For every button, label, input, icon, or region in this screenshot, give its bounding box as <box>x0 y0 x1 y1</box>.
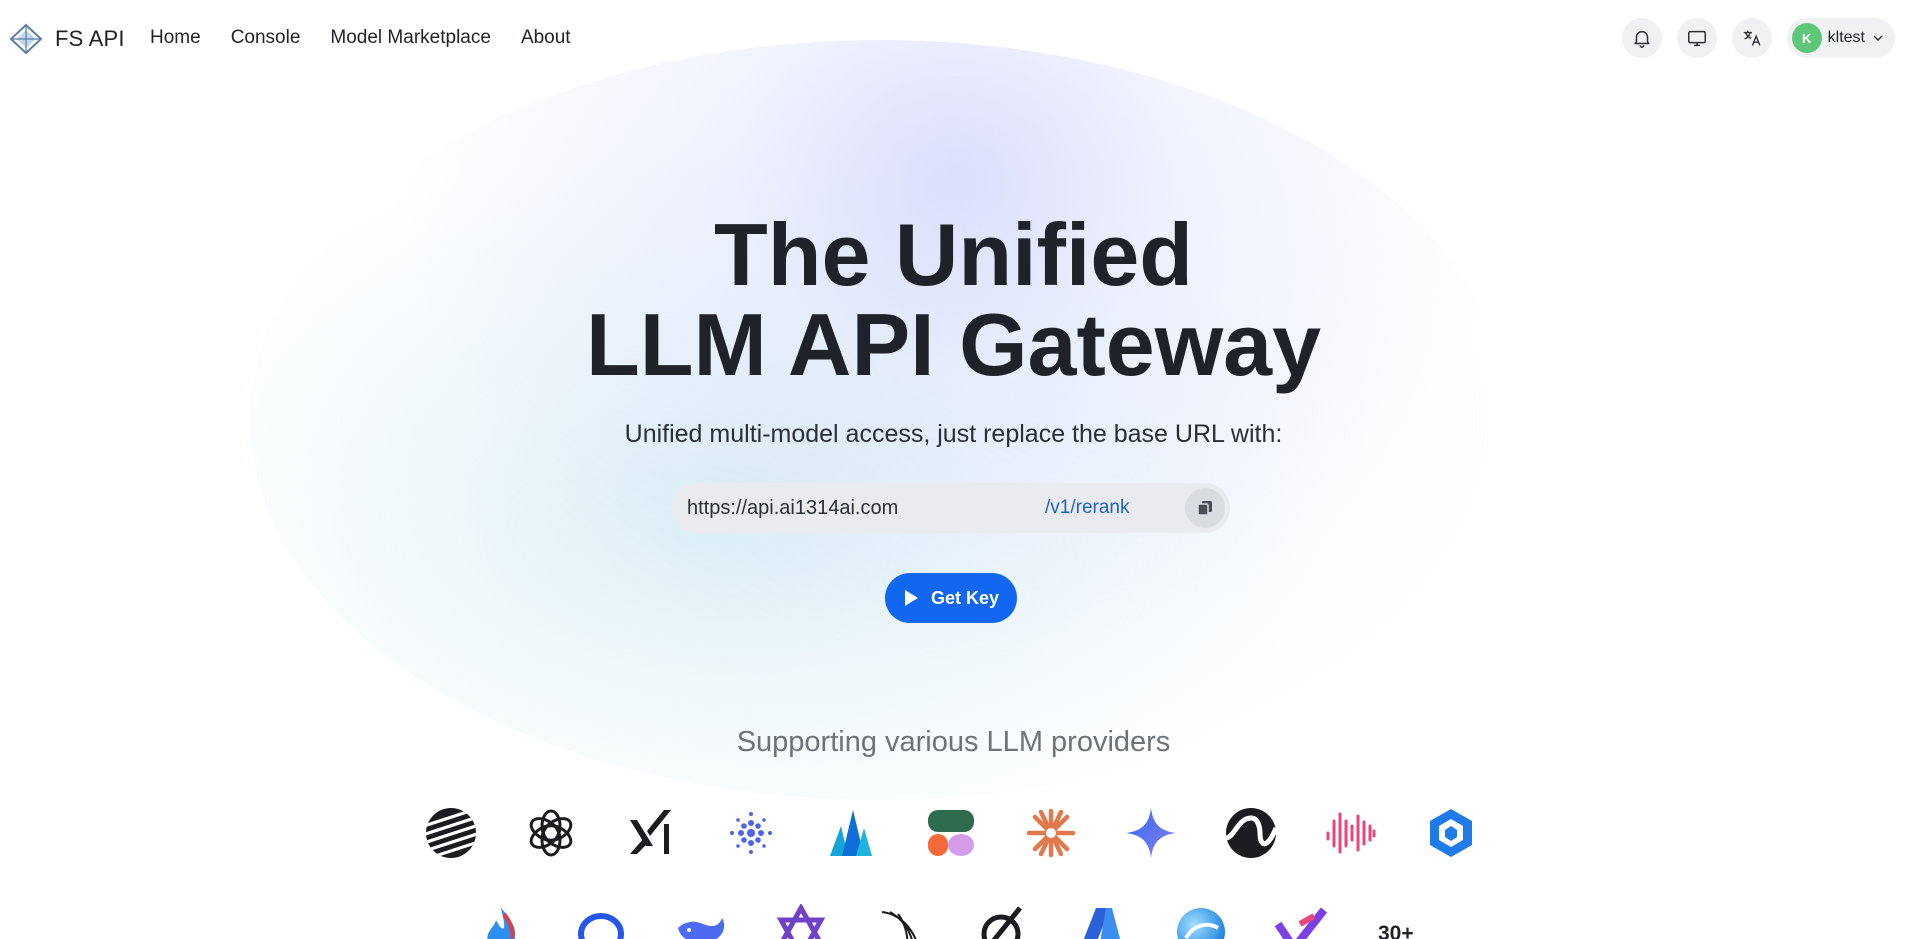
nav-links: Home Console Model Marketplace About <box>150 27 601 49</box>
nav-model-marketplace[interactable]: Model Marketplace <box>330 27 491 49</box>
wave-s-logo-icon <box>1224 806 1278 860</box>
star-of-david-logo-icon <box>774 904 828 939</box>
copy-icon <box>1197 501 1212 516</box>
azure-logo-icon <box>1074 904 1128 939</box>
avatar: K <box>1791 23 1822 53</box>
claude-burst-logo-icon <box>1024 806 1078 860</box>
ring-logo-icon <box>574 904 628 939</box>
more-providers-count: 30+ <box>1378 922 1414 939</box>
providers-heading: Supporting various LLM providers <box>736 726 1171 758</box>
slash-circle-logo-icon <box>974 904 1028 939</box>
hero-subtitle: Unified multi-model access, just replace… <box>624 420 1283 448</box>
striped-sphere-logo-icon <box>424 806 478 860</box>
gemini-star-logo-icon <box>1124 806 1178 860</box>
get-key-label: Get Key <box>930 587 1000 608</box>
theme-display-button[interactable] <box>1676 18 1717 58</box>
play-icon <box>904 590 918 606</box>
nav-console[interactable]: Console <box>231 27 301 49</box>
nav-home[interactable]: Home <box>150 27 201 49</box>
endpoint-path: /v1/rerank <box>1045 497 1130 518</box>
diamond-logo-icon <box>9 23 43 55</box>
hero-title-line2: LLM API Gateway <box>585 295 1322 394</box>
copy-url-button[interactable] <box>1185 488 1225 528</box>
monitor-icon <box>1687 30 1706 47</box>
audio-wave-logo-icon <box>1324 806 1378 860</box>
nav-actions: K kltest <box>1607 18 1895 58</box>
user-name: kltest <box>1827 29 1865 46</box>
purple-check-logo-icon <box>1274 904 1328 939</box>
xai-logo-icon <box>624 806 678 860</box>
base-url-box: https://api.ai1314ai.com /v1/rerank <box>672 483 1230 533</box>
get-key-button[interactable]: Get Key <box>885 573 1017 623</box>
base-url-text[interactable]: https://api.ai1314ai.com <box>687 497 898 520</box>
blue-orb-logo-icon <box>1174 904 1228 939</box>
user-menu[interactable]: K kltest <box>1786 18 1895 58</box>
brand-name: FS API <box>55 26 125 51</box>
triangle-peaks-logo-icon <box>824 806 878 860</box>
bell-icon <box>1634 30 1650 48</box>
hex-cube-logo-icon <box>1424 806 1478 860</box>
top-navbar: FS API Home Console Model Marketplace Ab… <box>0 0 1907 78</box>
chevron-down-icon <box>1873 35 1883 41</box>
dotted-circle-logo-icon <box>724 806 778 860</box>
hero-title-line1: The Unified <box>713 205 1194 304</box>
language-button[interactable] <box>1731 18 1772 58</box>
notifications-button[interactable] <box>1621 18 1662 58</box>
page: FS API Home Console Model Marketplace Ab… <box>0 0 1907 939</box>
flame-logo-icon <box>474 904 528 939</box>
nav-about[interactable]: About <box>521 27 571 49</box>
translate-icon <box>1743 30 1761 46</box>
figma-shapes-logo-icon <box>924 806 978 860</box>
feather-logo-icon <box>874 904 928 939</box>
openai-logo-icon <box>524 806 578 860</box>
whale-logo-icon <box>674 904 728 939</box>
brand[interactable]: FS API <box>8 22 125 56</box>
